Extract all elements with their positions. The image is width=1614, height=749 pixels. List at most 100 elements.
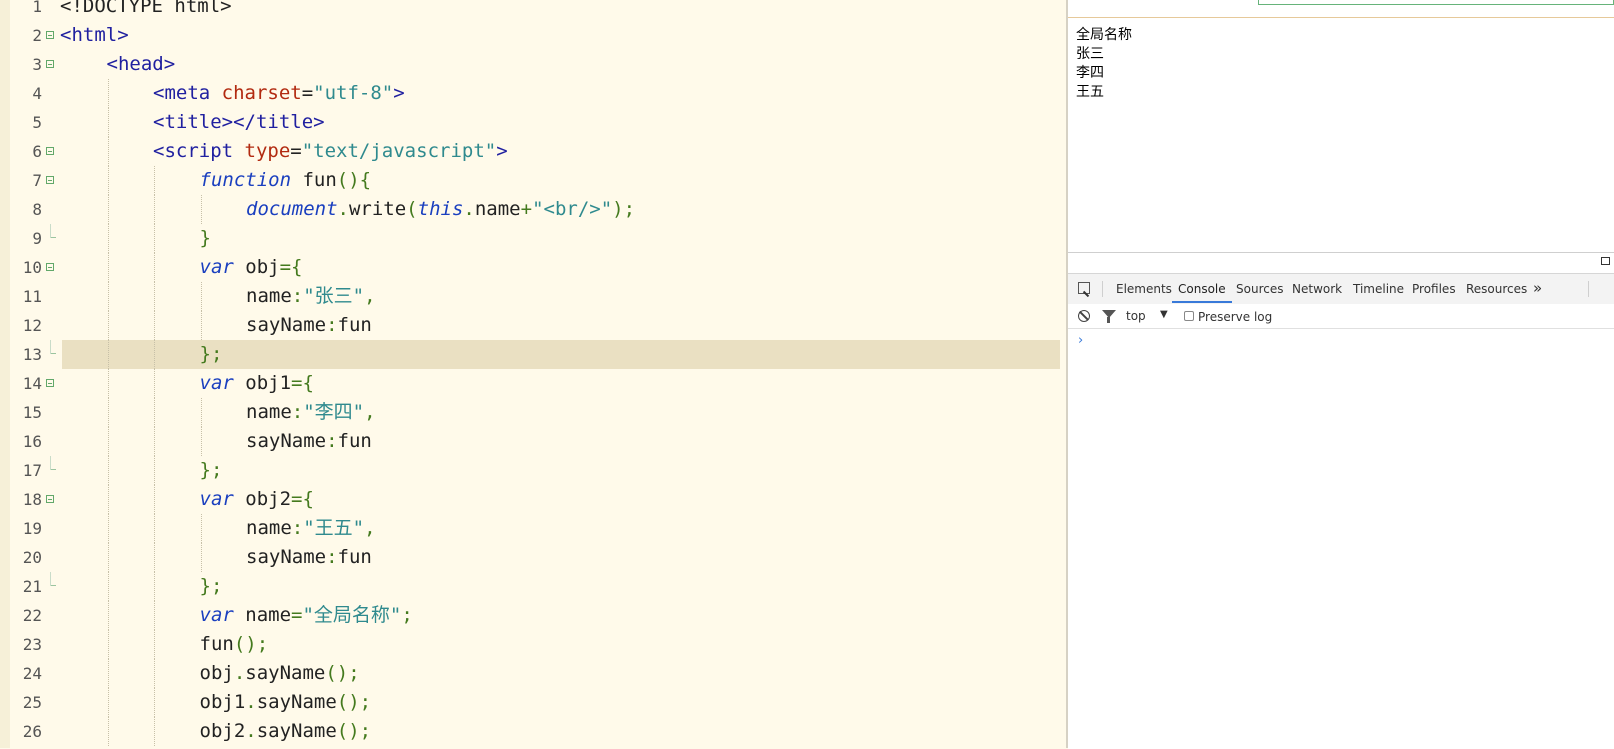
filter-icon[interactable] [1102, 310, 1116, 323]
code-token: ( [406, 198, 418, 220]
code-token: (); [336, 691, 372, 713]
fold-end-marker [50, 572, 56, 586]
code-line[interactable]: 2 <html> [0, 21, 1060, 50]
code-line[interactable]: 12 sayName:fun [0, 311, 1060, 340]
line-number: 23 [22, 635, 42, 654]
chevron-down-icon[interactable]: ▼ [1160, 309, 1168, 320]
fold-toggle-icon[interactable] [46, 60, 54, 68]
indent-guide [107, 253, 110, 282]
line-number: 22 [22, 606, 42, 625]
fold-toggle-icon[interactable] [46, 147, 54, 155]
tab-resources[interactable]: Resources [1466, 282, 1527, 296]
code-line[interactable]: 25 obj1.sayName(); [0, 688, 1060, 717]
code-line[interactable]: 4 <meta charset="utf-8"> [0, 79, 1060, 108]
indent-guide [154, 224, 156, 253]
line-number: 2 [32, 26, 42, 45]
line-number: 26 [22, 722, 42, 741]
line-number: 12 [22, 316, 42, 335]
code-line[interactable]: 19 name:"王五", [0, 514, 1060, 543]
code-line[interactable]: 11 name:"张三", [0, 282, 1060, 311]
indent-guide [107, 311, 110, 340]
code-line[interactable]: 6 <script type="text/javascript"> [0, 137, 1060, 166]
code-text: name:"李四", [246, 400, 376, 424]
indent-guide [154, 717, 156, 746]
code-token: sayName [246, 314, 327, 336]
code-text: var obj1={ [200, 371, 314, 395]
code-line[interactable]: 5 <title></title> [0, 108, 1060, 137]
code-line[interactable]: 22 var name="全局名称"; [0, 601, 1060, 630]
console-prompt-icon[interactable]: › [1078, 333, 1083, 348]
code-line[interactable]: 15 name:"李四", [0, 398, 1060, 427]
indent-guide [107, 514, 110, 543]
code-line[interactable]: 7 function fun(){ [0, 166, 1060, 195]
code-text: document.write(this.name+"<br/>"); [246, 197, 635, 221]
code-line[interactable]: 17}; [0, 456, 1060, 485]
code-line[interactable]: 10 var obj={ [0, 253, 1060, 282]
fold-toggle-icon[interactable] [46, 495, 54, 503]
code-token: "王五" [303, 517, 365, 539]
more-tabs-icon[interactable]: » [1533, 279, 1542, 297]
fold-toggle-icon[interactable] [46, 31, 54, 39]
code-line[interactable]: 16 sayName:fun [0, 427, 1060, 456]
context-selector[interactable]: top [1126, 309, 1146, 323]
indent-guide [200, 195, 203, 224]
inspect-element-icon[interactable] [1078, 282, 1090, 294]
code-text: <html> [60, 23, 129, 47]
indent-guide [107, 195, 110, 224]
indent-guide [154, 688, 156, 717]
code-token: document [246, 198, 338, 220]
tab-elements[interactable]: Elements [1116, 282, 1172, 296]
code-token: obj1 [199, 691, 246, 713]
line-number: 4 [32, 84, 42, 103]
indent-guide [154, 456, 156, 485]
code-token: . [463, 198, 475, 220]
code-token: = [290, 140, 302, 162]
code-token: "text/javascript" [301, 140, 497, 162]
tab-console[interactable]: Console [1178, 282, 1226, 296]
indent-guide [154, 427, 156, 456]
indent-guide [107, 456, 110, 485]
code-line[interactable]: 23 fun(); [0, 630, 1060, 659]
tab-profiles[interactable]: Profiles [1412, 282, 1456, 296]
code-token: > [496, 140, 508, 162]
tab-sources[interactable]: Sources [1236, 282, 1283, 296]
code-text: var obj={ [200, 255, 303, 279]
code-line[interactable]: 1 <!DOCTYPE html> [0, 0, 1060, 21]
code-line[interactable]: 13}; [0, 340, 1060, 369]
code-line[interactable]: 21}; [0, 572, 1060, 601]
indent-guide [154, 572, 156, 601]
line-number: 13 [22, 345, 42, 364]
fold-toggle-icon[interactable] [46, 176, 54, 184]
code-line[interactable]: 8 document.write(this.name+"<br/>"); [0, 195, 1060, 224]
code-line[interactable]: 26 obj2.sayName(); [0, 717, 1060, 746]
code-line[interactable]: 20 sayName:fun [0, 543, 1060, 572]
address-bar[interactable] [1258, 0, 1614, 5]
code-line[interactable]: 3 <head> [0, 50, 1060, 79]
code-line[interactable]: 14 var obj1={ [0, 369, 1060, 398]
tab-network[interactable]: Network [1292, 282, 1342, 296]
code-line[interactable]: 18 var obj2={ [0, 485, 1060, 514]
code-text: }; [200, 342, 223, 366]
indent-guide [107, 166, 110, 195]
code-line[interactable]: 9} [0, 224, 1060, 253]
code-token: . [233, 662, 246, 684]
clear-console-icon[interactable] [1078, 310, 1090, 322]
code-token: fun [337, 430, 372, 452]
tab-timeline[interactable]: Timeline [1353, 282, 1404, 296]
code-token: sayName [256, 691, 337, 713]
console-output[interactable] [1068, 329, 1614, 749]
undock-icon[interactable] [1601, 257, 1610, 265]
indent-guide [154, 630, 156, 659]
line-number: 24 [22, 664, 42, 683]
code-token: name [233, 604, 292, 626]
code-token: function [199, 169, 292, 191]
code-token: : [326, 546, 338, 568]
line-number: 20 [22, 548, 42, 567]
fold-toggle-icon[interactable] [46, 263, 54, 271]
preserve-log-checkbox[interactable] [1184, 311, 1194, 321]
code-editor[interactable]: 1 <!DOCTYPE html> 2 <html> 3 <head> 4 <meta cha… [0, 0, 1060, 748]
code-line[interactable]: 24 obj.sayName(); [0, 659, 1060, 688]
line-number: 19 [22, 519, 42, 538]
code-token: obj1 [233, 372, 292, 394]
fold-toggle-icon[interactable] [46, 379, 54, 387]
